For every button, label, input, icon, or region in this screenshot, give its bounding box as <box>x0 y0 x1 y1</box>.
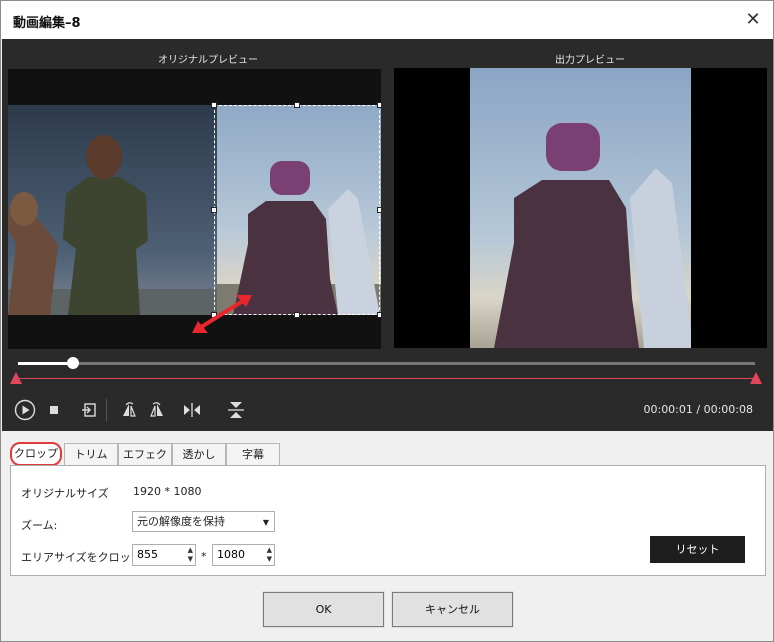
snapshot-button[interactable] <box>78 399 100 421</box>
toolbar-separator <box>106 399 107 421</box>
zoom-label: ズーム: <box>21 519 58 532</box>
output-video-frame <box>394 68 767 348</box>
output-preview <box>394 68 767 348</box>
height-spin-arrows-icon[interactable]: ▲ ▼ <box>267 546 272 564</box>
crop-height-input[interactable] <box>217 548 255 561</box>
chevron-down-icon: ▼ <box>262 518 269 527</box>
crop-width-stepper[interactable]: ▲▼ <box>132 544 196 566</box>
reset-button[interactable]: リセット <box>650 536 745 563</box>
crop-settings-panel: オリジナルサイズ 1920 * 1080 ズーム: 元の解像度を保持 ▼ エリア… <box>10 465 766 576</box>
rotate-right-button[interactable] <box>146 399 168 421</box>
window-title: 動画編集–8 <box>13 16 81 31</box>
seek-thumb[interactable] <box>67 357 80 369</box>
resize-arrow-icon <box>192 295 252 333</box>
snapshot-icon <box>82 403 96 417</box>
stop-button[interactable] <box>44 399 64 421</box>
close-button[interactable]: ✕ <box>739 7 767 33</box>
tab-crop[interactable]: クロップ <box>10 442 62 466</box>
crop-handle-top-right[interactable] <box>377 102 381 108</box>
original-size-label: オリジナルサイズ <box>21 487 109 500</box>
crop-selection-box[interactable] <box>211 102 381 318</box>
flip-vertical-icon <box>228 402 244 418</box>
original-preview-label: オリジナルプレビュー <box>158 55 258 66</box>
crop-height-stepper[interactable]: ▲▼ <box>212 544 275 566</box>
ok-button[interactable]: OK <box>262 591 385 628</box>
time-display: 00:00:01 / 00:00:08 <box>643 403 753 416</box>
flip-horizontal-icon <box>184 403 200 417</box>
crop-area-label: エリアサイズをクロップ: <box>21 551 146 564</box>
size-separator: * <box>201 550 207 563</box>
crop-handle-bottom-right[interactable] <box>377 312 381 318</box>
video-edit-dialog: 動画編集–8 ✕ オリジナルプレビュー 出力プレビュー 00:00:01 / 0… <box>0 0 774 642</box>
tab-watermark[interactable]: 透かし <box>172 443 226 465</box>
play-button[interactable] <box>13 399 37 421</box>
crop-handle-right[interactable] <box>377 207 381 213</box>
seek-progress <box>18 362 74 365</box>
stop-icon <box>50 406 58 414</box>
original-size-value: 1920 * 1080 <box>133 485 202 498</box>
rotate-left-icon <box>123 402 136 417</box>
trim-range-line <box>16 378 756 379</box>
crop-width-input[interactable] <box>137 548 175 561</box>
original-preview <box>8 69 381 349</box>
width-spin-arrows-icon[interactable]: ▲ ▼ <box>188 546 193 564</box>
crop-handle-bottom[interactable] <box>294 312 300 318</box>
flip-vertical-button[interactable] <box>224 399 248 421</box>
tab-effect[interactable]: エフェクト <box>118 443 172 482</box>
rotate-left-button[interactable] <box>118 399 140 421</box>
crop-handle-top-left[interactable] <box>211 102 217 108</box>
crop-handle-left[interactable] <box>211 207 217 213</box>
rotate-right-icon <box>150 402 163 417</box>
output-preview-label: 出力プレビュー <box>555 55 625 66</box>
zoom-select[interactable]: 元の解像度を保持 ▼ <box>132 511 275 532</box>
trim-start-marker[interactable] <box>10 372 22 384</box>
tab-subtitle[interactable]: 字幕 <box>226 443 280 465</box>
seek-bar[interactable] <box>18 357 755 369</box>
cancel-button[interactable]: キャンセル <box>391 591 514 628</box>
play-icon <box>14 399 36 421</box>
flip-horizontal-button[interactable] <box>180 399 204 421</box>
crop-handle-top[interactable] <box>294 102 300 108</box>
title-bar: 動画編集–8 ✕ <box>1 1 773 39</box>
trim-end-marker[interactable] <box>750 372 762 384</box>
editor-area: オリジナルプレビュー 出力プレビュー 00:00:01 / 00:00:08 <box>2 39 773 431</box>
tab-trim[interactable]: トリム <box>64 443 118 465</box>
zoom-select-value: 元の解像度を保持 <box>137 515 225 528</box>
